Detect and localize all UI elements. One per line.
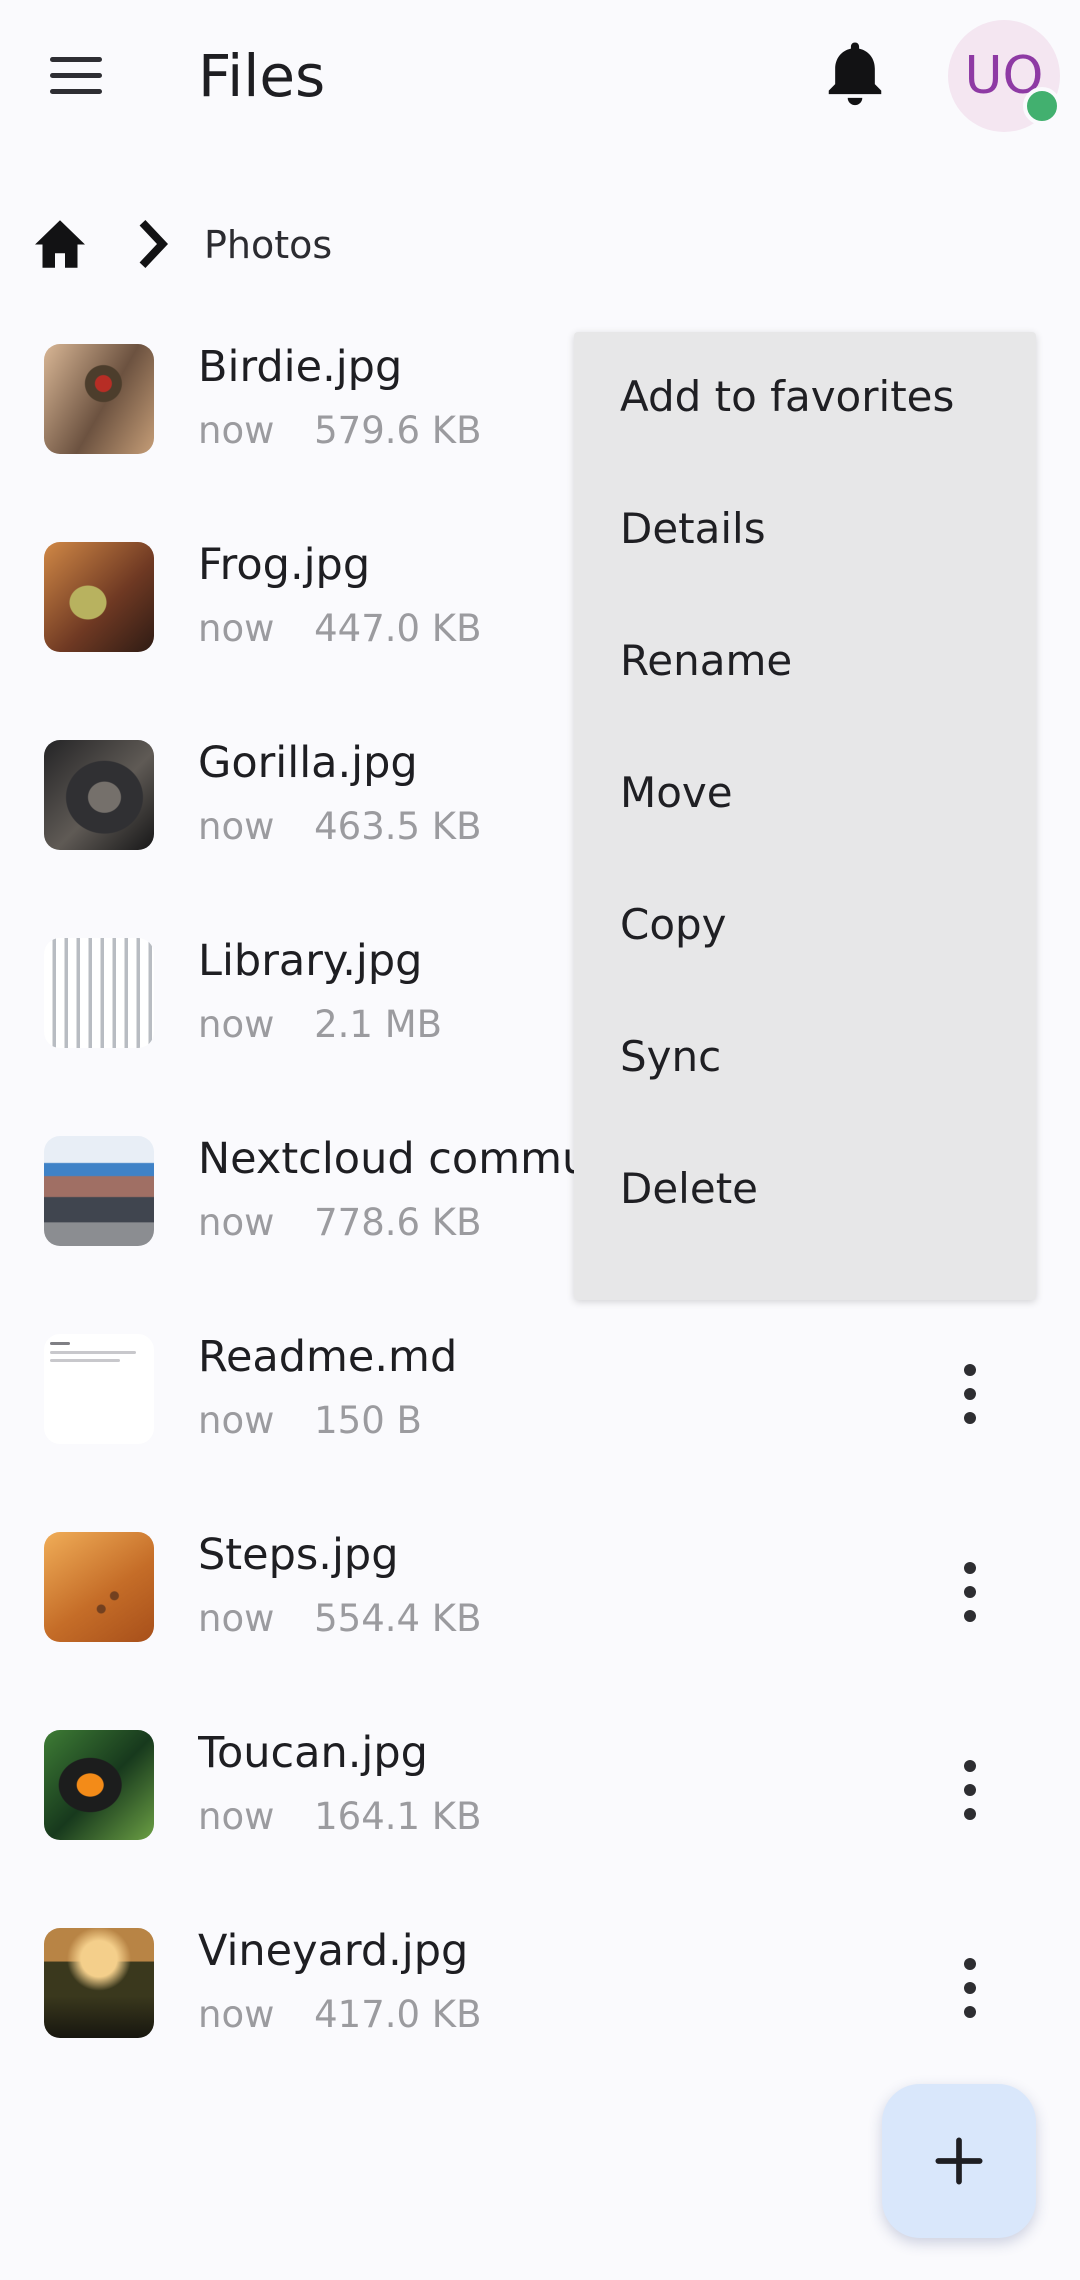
file-meta: now 554.4 KB bbox=[198, 1596, 481, 1642]
file-row-toucan[interactable]: Toucan.jpg now 164.1 KB bbox=[0, 1716, 1080, 1914]
breadcrumb-current-folder[interactable]: Photos bbox=[204, 222, 332, 268]
more-vertical-icon-dot bbox=[964, 1412, 976, 1424]
file-size: 447.0 KB bbox=[314, 607, 482, 650]
more-vertical-icon bbox=[964, 1760, 976, 1772]
file-size: 164.1 KB bbox=[314, 1795, 482, 1838]
hamburger-menu-icon-bottom bbox=[50, 89, 102, 94]
more-options-button[interactable] bbox=[940, 1552, 1000, 1632]
file-thumbnail bbox=[44, 740, 154, 850]
more-vertical-icon bbox=[964, 1364, 976, 1376]
file-size: 778.6 KB bbox=[314, 1201, 482, 1244]
menu-item-label: Copy bbox=[620, 900, 727, 949]
menu-item-rename[interactable]: Rename bbox=[574, 596, 1036, 728]
plus-icon bbox=[935, 2137, 983, 2185]
file-size: 554.4 KB bbox=[314, 1597, 482, 1640]
document-preview-line bbox=[50, 1359, 120, 1362]
file-modified-time: now bbox=[198, 1003, 275, 1046]
file-meta: now 164.1 KB bbox=[198, 1794, 481, 1840]
document-preview-line bbox=[50, 1342, 70, 1345]
file-modified-time: now bbox=[198, 1795, 275, 1838]
file-size: 417.0 KB bbox=[314, 1993, 482, 2036]
menu-item-label: Details bbox=[620, 504, 766, 553]
menu-item-sync[interactable]: Sync bbox=[574, 992, 1036, 1124]
file-meta: now 417.0 KB bbox=[198, 1992, 481, 2038]
file-thumbnail bbox=[44, 542, 154, 652]
file-row-readme[interactable]: Readme.md now 150 B bbox=[0, 1320, 1080, 1518]
more-options-button[interactable] bbox=[940, 1948, 1000, 2028]
file-modified-time: now bbox=[198, 1993, 275, 2036]
notifications-button[interactable] bbox=[820, 38, 890, 114]
more-options-button[interactable] bbox=[940, 1354, 1000, 1434]
menu-item-label: Delete bbox=[620, 1164, 758, 1213]
user-avatar[interactable]: UO bbox=[948, 20, 1061, 132]
file-thumbnail bbox=[44, 1334, 154, 1444]
more-vertical-icon bbox=[964, 1958, 976, 1970]
file-size: 463.5 KB bbox=[314, 805, 482, 848]
file-meta: now 778.6 KB bbox=[198, 1200, 481, 1246]
file-thumbnail bbox=[44, 344, 154, 454]
menu-item-label: Add to favorites bbox=[620, 372, 955, 421]
file-thumbnail bbox=[44, 1928, 154, 2038]
menu-item-label: Move bbox=[620, 768, 733, 817]
file-size: 579.6 KB bbox=[314, 409, 482, 452]
menu-item-label: Sync bbox=[620, 1032, 722, 1081]
file-size: 150 B bbox=[314, 1399, 422, 1442]
more-vertical-icon-dot bbox=[964, 1784, 976, 1796]
file-size: 2.1 MB bbox=[314, 1003, 443, 1046]
file-modified-time: now bbox=[198, 1201, 275, 1244]
file-thumbnail bbox=[44, 938, 154, 1048]
breadcrumb: Photos bbox=[30, 210, 480, 280]
hamburger-menu-icon bbox=[50, 57, 102, 62]
menu-item-move[interactable]: Move bbox=[574, 728, 1036, 860]
file-meta: now 447.0 KB bbox=[198, 606, 481, 652]
more-vertical-icon bbox=[964, 1562, 976, 1574]
hamburger-menu-icon-middle bbox=[50, 73, 102, 78]
file-thumbnail bbox=[44, 1532, 154, 1642]
breadcrumb-home-button[interactable] bbox=[30, 214, 90, 274]
file-modified-time: now bbox=[198, 1597, 275, 1640]
add-file-button[interactable] bbox=[882, 2084, 1036, 2238]
file-context-menu: Add to favorites Details Rename Move Cop… bbox=[574, 332, 1036, 1300]
menu-item-label: Rename bbox=[620, 636, 793, 685]
online-status-indicator bbox=[1023, 87, 1061, 125]
menu-item-copy[interactable]: Copy bbox=[574, 860, 1036, 992]
more-vertical-icon-dot bbox=[964, 1808, 976, 1820]
more-vertical-icon-dot bbox=[964, 1982, 976, 1994]
more-options-button[interactable] bbox=[940, 1750, 1000, 1830]
more-vertical-icon-dot bbox=[964, 1388, 976, 1400]
file-thumbnail bbox=[44, 1136, 154, 1246]
file-modified-time: now bbox=[198, 1399, 275, 1442]
menu-item-add-to-favorites[interactable]: Add to favorites bbox=[574, 332, 1036, 464]
document-preview-line bbox=[50, 1351, 136, 1354]
page-title: Files bbox=[198, 42, 326, 110]
more-vertical-icon-dot bbox=[964, 1610, 976, 1622]
file-meta: now 150 B bbox=[198, 1398, 422, 1444]
file-modified-time: now bbox=[198, 409, 275, 452]
file-thumbnail bbox=[44, 1730, 154, 1840]
file-modified-time: now bbox=[198, 805, 275, 848]
file-row-vineyard[interactable]: Vineyard.jpg now 417.0 KB bbox=[0, 1914, 1080, 2112]
app-bar: Files UO bbox=[0, 0, 1080, 150]
more-vertical-icon-dot bbox=[964, 1586, 976, 1598]
bell-icon bbox=[828, 42, 882, 106]
file-meta: now 463.5 KB bbox=[198, 804, 481, 850]
chevron-right-icon bbox=[139, 220, 168, 268]
file-row-steps[interactable]: Steps.jpg now 554.4 KB bbox=[0, 1518, 1080, 1716]
file-meta: now 579.6 KB bbox=[198, 408, 481, 454]
file-modified-time: now bbox=[198, 607, 275, 650]
more-vertical-icon-dot bbox=[964, 2006, 976, 2018]
menu-item-details[interactable]: Details bbox=[574, 464, 1036, 596]
menu-button[interactable] bbox=[40, 45, 114, 105]
menu-item-delete[interactable]: Delete bbox=[574, 1124, 1036, 1256]
home-icon bbox=[35, 220, 85, 268]
file-meta: now 2.1 MB bbox=[198, 1002, 442, 1048]
breadcrumb-separator bbox=[130, 214, 180, 274]
